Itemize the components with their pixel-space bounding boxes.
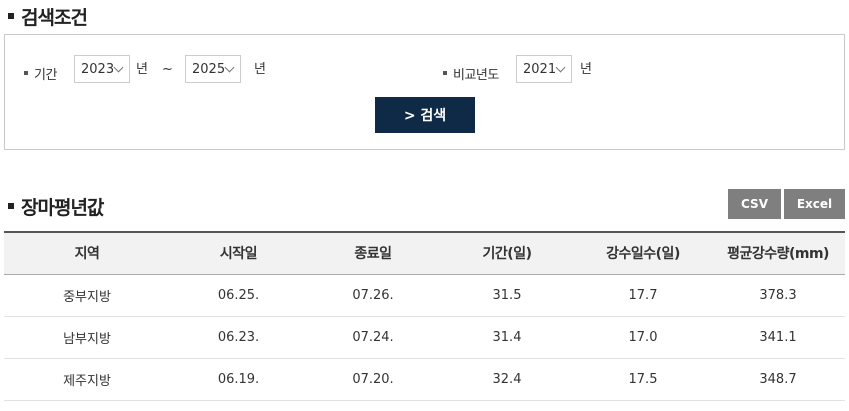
cell-region: 중부지방	[4, 274, 170, 317]
table-row: 제주지방 06.19. 07.20. 32.4 17.5 348.7	[4, 358, 845, 401]
chevron-down-icon	[224, 62, 235, 73]
title-bullet-icon	[8, 13, 14, 19]
cell-region: 남부지방	[4, 316, 170, 359]
cell-rain-days: 17.0	[575, 316, 711, 359]
label-bullet-icon	[24, 71, 28, 75]
title-bullet-icon	[8, 203, 14, 209]
search-conditions-panel: 기간 2023 년 ~ 2025 년 비교년도 2021 년 > 검색	[4, 34, 845, 150]
start-year-unit: 년	[136, 62, 148, 77]
cell-region: 제주지방	[4, 358, 170, 401]
label-bullet-icon	[443, 71, 447, 75]
cell-duration: 32.4	[439, 358, 575, 401]
monsoon-normals-title-text: 장마평년값	[21, 196, 104, 219]
cell-rain-days: 17.7	[575, 274, 711, 317]
cell-duration: 31.4	[439, 316, 575, 359]
table-row: 중부지방 06.25. 07.26. 31.5 17.7 378.3	[4, 274, 845, 317]
cell-duration: 31.5	[439, 274, 575, 317]
table-row: 남부지방 06.23. 07.24. 31.4 17.0 341.1	[4, 316, 845, 359]
start-year-value: 2023	[81, 61, 115, 77]
start-year-select[interactable]: 2023	[74, 55, 130, 83]
monsoon-normals-table: 지역 시작일 종료일 기간(일) 강수일수(일) 평균강수량(mm) 중부지방 …	[4, 231, 845, 401]
cell-avg-precip: 378.3	[711, 274, 845, 317]
end-year-value: 2025	[192, 61, 226, 77]
header-region: 지역	[4, 231, 170, 275]
period-label-text: 기간	[34, 67, 57, 83]
cell-end-date: 07.24.	[307, 316, 439, 359]
compare-year-value: 2021	[523, 61, 557, 77]
compare-year-unit: 년	[580, 62, 592, 77]
range-separator: ~	[162, 62, 173, 77]
compare-year-select[interactable]: 2021	[516, 55, 572, 83]
compare-year-label: 비교년도	[443, 60, 499, 86]
chevron-down-icon	[113, 62, 124, 73]
header-start-date: 시작일	[170, 231, 307, 275]
header-duration: 기간(일)	[439, 231, 575, 275]
search-conditions-title-text: 검색조건	[21, 6, 88, 29]
excel-download-button[interactable]: Excel	[784, 189, 845, 219]
header-rain-days: 강수일수(일)	[575, 231, 711, 275]
cell-end-date: 07.26.	[307, 274, 439, 317]
end-year-unit: 년	[254, 62, 266, 77]
end-year-select[interactable]: 2025	[185, 55, 241, 83]
table-header-row: 지역 시작일 종료일 기간(일) 강수일수(일) 평균강수량(mm)	[4, 231, 845, 275]
monsoon-normals-title: 장마평년값	[8, 193, 104, 219]
search-button[interactable]: > 검색	[375, 97, 475, 133]
cell-end-date: 07.20.	[307, 358, 439, 401]
header-end-date: 종료일	[307, 231, 439, 275]
cell-start-date: 06.25.	[170, 274, 307, 317]
cell-rain-days: 17.5	[575, 358, 711, 401]
cell-avg-precip: 341.1	[711, 316, 845, 359]
csv-download-button[interactable]: CSV	[728, 189, 781, 219]
compare-year-label-text: 비교년도	[453, 67, 499, 83]
header-avg-precip: 평균강수량(mm)	[711, 231, 845, 275]
cell-start-date: 06.23.	[170, 316, 307, 359]
chevron-down-icon	[555, 62, 566, 73]
cell-avg-precip: 348.7	[711, 358, 845, 401]
period-label: 기간	[24, 60, 57, 86]
cell-start-date: 06.19.	[170, 358, 307, 401]
search-conditions-title: 검색조건	[8, 3, 88, 29]
